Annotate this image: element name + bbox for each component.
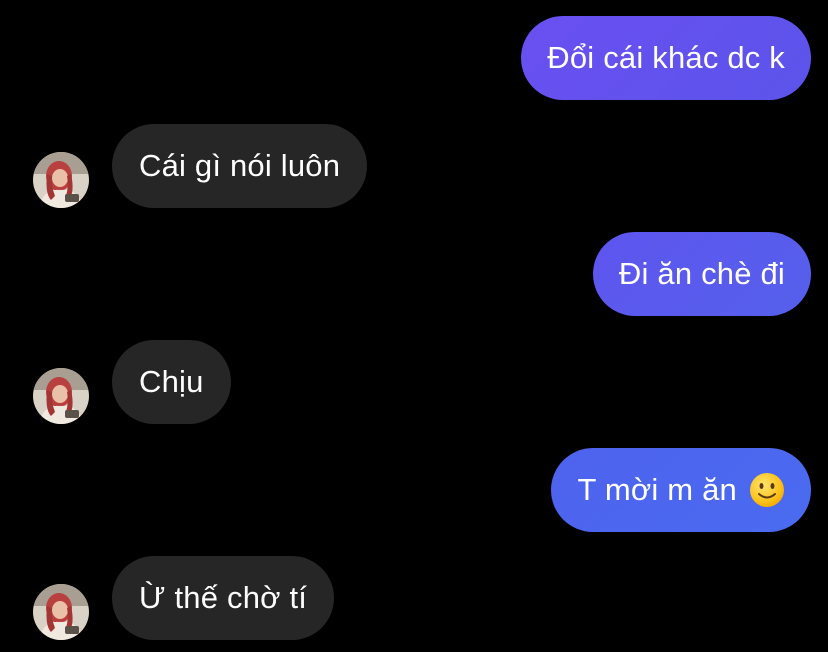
received-message-bubble[interactable]: Cái gì nói luôn: [112, 124, 368, 208]
sent-message-bubble[interactable]: T mời m ăn: [551, 448, 811, 532]
contact-avatar[interactable]: [33, 152, 89, 208]
message-text: Cái gì nói luôn: [139, 148, 341, 183]
message-text: T mời m ăn: [577, 472, 737, 507]
message-text: Đổi cái khác dc k: [547, 40, 785, 75]
contact-avatar[interactable]: [33, 584, 89, 640]
received-message-bubble[interactable]: Chịu: [112, 340, 231, 424]
message-text: Ừ thế chờ tí: [139, 580, 308, 615]
sent-message-bubble[interactable]: Đổi cái khác dc k: [521, 16, 811, 100]
avatar-photo-icon: [33, 584, 89, 640]
message-text: Đi ăn chè đi: [618, 256, 785, 291]
avatar-photo-icon: [33, 152, 89, 208]
contact-avatar[interactable]: [33, 368, 89, 424]
slightly-smiling-face-icon: [749, 472, 785, 508]
avatar-photo-icon: [33, 368, 89, 424]
received-message-bubble[interactable]: Ừ thế chờ tí: [112, 556, 335, 640]
message-text: Chịu: [139, 364, 204, 399]
sent-message-bubble[interactable]: Đi ăn chè đi: [592, 232, 811, 316]
